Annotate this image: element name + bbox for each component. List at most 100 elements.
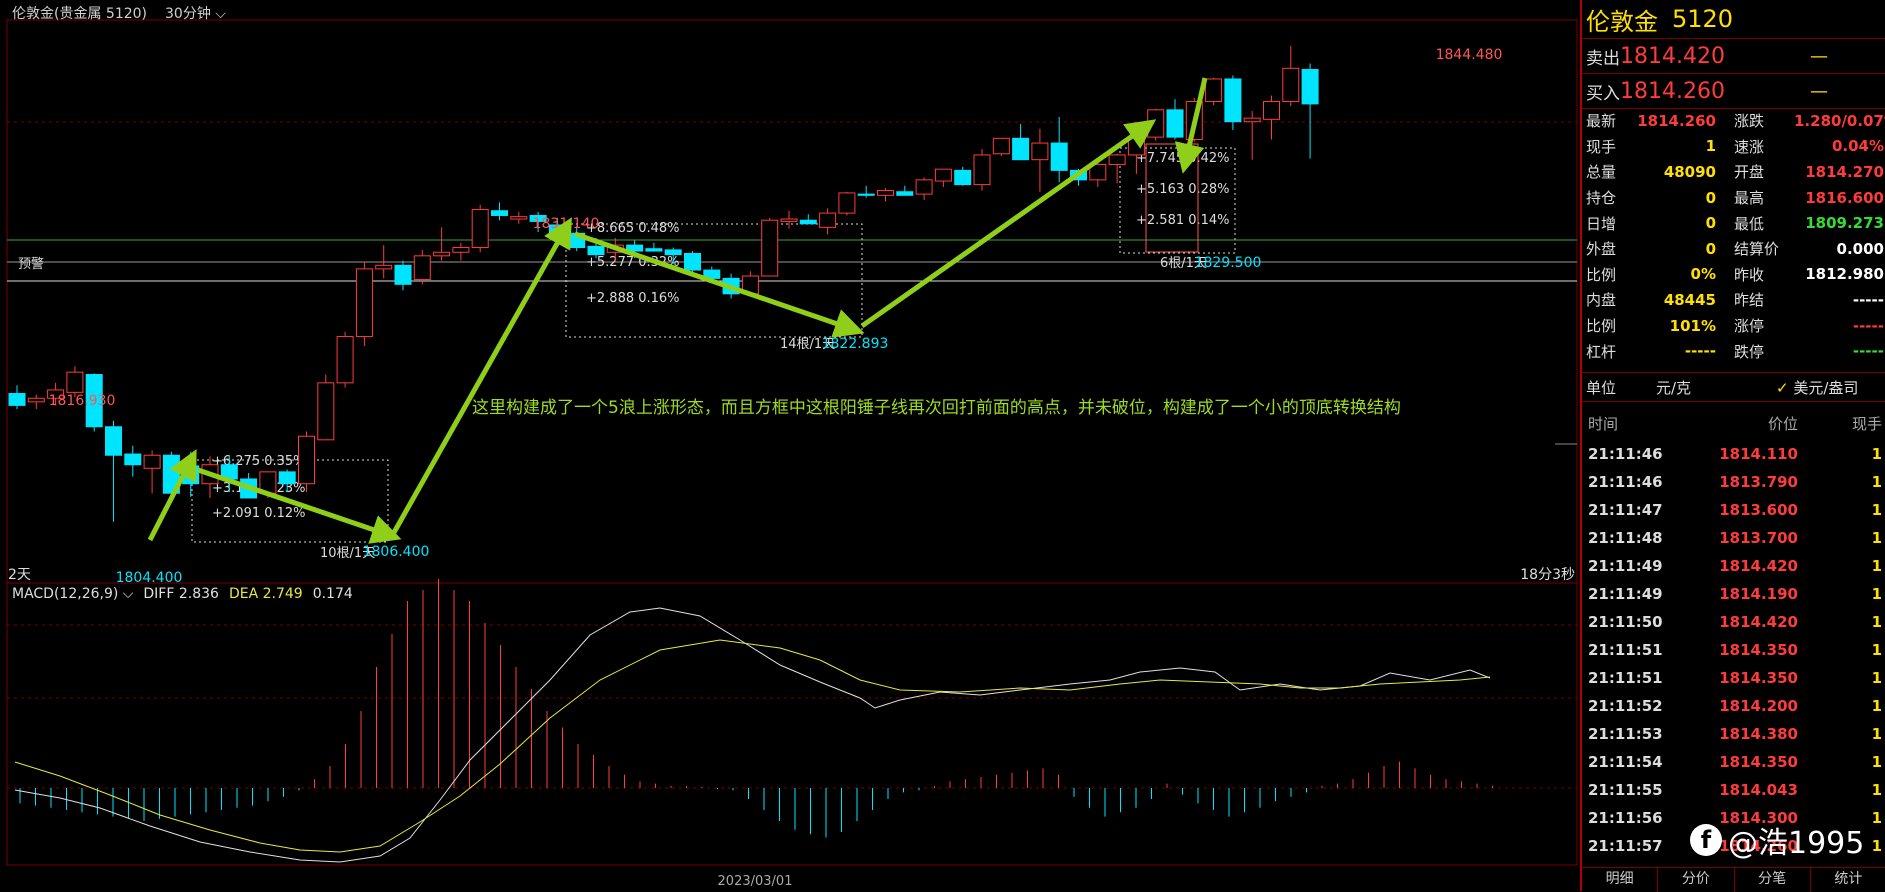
candle-body bbox=[27, 397, 45, 403]
stat-label: 现手 bbox=[1586, 137, 1617, 156]
stat-value: 1816.600 bbox=[1805, 188, 1884, 207]
tab-2[interactable]: 分笔 bbox=[1735, 868, 1811, 892]
stat-row: 比例 0% 昨收 1812.980 bbox=[1582, 262, 1885, 288]
quote-header: 伦敦金 5120 bbox=[1582, 0, 1885, 39]
buy-mark: — bbox=[1810, 80, 1828, 102]
tick-time: 21:11:48 bbox=[1588, 529, 1663, 547]
diff-value: 2.836 bbox=[178, 586, 219, 602]
tick-time: 21:11:51 bbox=[1588, 669, 1663, 687]
ticks-list[interactable]: 21:11:46 1814.110 1 21:11:46 1813.790 1 21:11:… bbox=[1582, 440, 1885, 860]
stat-label: 开盘 bbox=[1734, 163, 1765, 182]
unit-toggle[interactable]: ✓ 美元/盎司 bbox=[1776, 377, 1858, 398]
tick-row[interactable]: 21:11:53 1814.380 1 bbox=[1582, 720, 1885, 748]
buy-label: 买入 bbox=[1586, 83, 1620, 104]
tick-row[interactable]: 21:11:49 1814.190 1 bbox=[1582, 580, 1885, 608]
tick-time: 21:11:49 bbox=[1588, 585, 1663, 603]
stat-label: 比例 bbox=[1586, 265, 1617, 284]
tab-1[interactable]: 分价 bbox=[1658, 868, 1735, 892]
stat-label: 最高 bbox=[1734, 189, 1765, 208]
candle-body bbox=[375, 264, 393, 270]
candle-body bbox=[1224, 78, 1242, 123]
stat-value: 1814.260 bbox=[1637, 111, 1716, 130]
unit-label: 单位 bbox=[1586, 378, 1617, 397]
chart-frame bbox=[6, 19, 1578, 866]
macd-legend: MACD(12,26,9) ⌵ DIFF 2.836 DEA 2.749 0.1… bbox=[12, 586, 353, 602]
stat-row: 最新 1814.260 涨跌 1.280/0.07% bbox=[1582, 108, 1885, 134]
stat-value: ----- bbox=[1852, 316, 1884, 335]
tick-time: 21:11:50 bbox=[1588, 613, 1663, 631]
tick-price: 1814.200 bbox=[1719, 697, 1798, 715]
tick-time: 21:11:57 bbox=[1588, 837, 1663, 855]
unit-alt: 美元/盎司 bbox=[1793, 378, 1859, 397]
quote-panel: 伦敦金 5120 卖出 1814.420 — 买入 1814.260 — 最新 1… bbox=[1580, 0, 1885, 892]
candle-body bbox=[413, 255, 431, 281]
tick-row[interactable]: 21:11:46 1814.110 1 bbox=[1582, 440, 1885, 468]
ticks-qty-header: 现手 bbox=[1851, 415, 1882, 433]
tick-row[interactable]: 21:11:51 1814.350 1 bbox=[1582, 636, 1885, 664]
dea-value: 2.749 bbox=[262, 586, 303, 602]
stat-label: 昨收 bbox=[1734, 265, 1765, 284]
tick-row[interactable]: 21:11:49 1814.420 1 bbox=[1582, 552, 1885, 580]
annotation-text: 这里构建成了一个5浪上涨形态，而且方框中这根阳锤子线再次回打前面的高点，并未破位… bbox=[472, 398, 1401, 418]
stat-label: 最新 bbox=[1586, 112, 1617, 131]
stat-value: 101% bbox=[1669, 316, 1716, 335]
tab-3[interactable]: 统计 bbox=[1811, 868, 1885, 892]
tick-row[interactable]: 21:11:50 1814.420 1 bbox=[1582, 608, 1885, 636]
tick-time: 21:11:54 bbox=[1588, 753, 1663, 771]
candle-body bbox=[298, 435, 315, 485]
candle-body bbox=[992, 137, 1010, 155]
tick-qty: 1 bbox=[1871, 445, 1882, 463]
tick-qty: 1 bbox=[1871, 753, 1882, 771]
tick-row[interactable]: 21:11:52 1814.200 1 bbox=[1582, 692, 1885, 720]
candle-body bbox=[857, 193, 875, 196]
tick-time: 21:11:52 bbox=[1588, 697, 1663, 715]
tick-qty: 1 bbox=[1871, 473, 1882, 491]
stat-value: 0 bbox=[1705, 214, 1716, 233]
stat-value: ----- bbox=[1684, 342, 1716, 361]
tick-row[interactable]: 21:11:54 1814.350 1 bbox=[1582, 748, 1885, 776]
stat-label: 涨停 bbox=[1734, 317, 1765, 336]
tick-row[interactable]: 21:11:46 1813.790 1 bbox=[1582, 468, 1885, 496]
chevron-down-icon: ⌵ bbox=[118, 586, 134, 602]
candle-body bbox=[819, 212, 837, 228]
candle-body bbox=[1012, 137, 1030, 161]
candle-body bbox=[124, 453, 142, 466]
instrument-name: 伦敦金 bbox=[1586, 7, 1658, 36]
tick-row[interactable]: 21:11:47 1813.600 1 bbox=[1582, 496, 1885, 524]
tick-price: 1814.420 bbox=[1719, 613, 1798, 631]
low-label: 1806.400 bbox=[363, 544, 430, 560]
trend-arrow bbox=[574, 231, 865, 338]
tick-row[interactable]: 21:11:48 1813.700 1 bbox=[1582, 524, 1885, 552]
stat-label: 日增 bbox=[1586, 214, 1617, 233]
candle-body bbox=[1050, 142, 1068, 171]
sell-price: 1814.420 bbox=[1620, 43, 1725, 69]
candle-body bbox=[896, 191, 914, 196]
candle-body bbox=[587, 245, 605, 256]
candle-body bbox=[1263, 101, 1280, 120]
measure-text: +5.163 0.28% bbox=[1136, 182, 1230, 197]
tick-time: 21:11:55 bbox=[1588, 781, 1663, 799]
tab-0[interactable]: 明细 bbox=[1582, 868, 1659, 892]
ticks-header: 时间 价位 现手 bbox=[1582, 413, 1885, 434]
tick-qty: 1 bbox=[1871, 669, 1882, 687]
candle-body bbox=[780, 218, 798, 222]
candle-body bbox=[1282, 67, 1300, 103]
stat-label: 结算价 bbox=[1734, 240, 1780, 259]
dea-line bbox=[14, 639, 1491, 853]
buy-row[interactable]: 买入 1814.260 — bbox=[1582, 74, 1885, 109]
chart-area[interactable]: 预警+6.275 0.35%+3.181 0.23%+2.091 0.12%10… bbox=[0, 0, 1580, 891]
stat-row: 总量 48090 开盘 1814.270 bbox=[1582, 159, 1885, 185]
stat-row: 比例 101% 涨停 ----- bbox=[1582, 313, 1885, 339]
tick-row[interactable]: 21:11:55 1814.043 1 bbox=[1582, 776, 1885, 804]
kline-chart[interactable]: 预警+6.275 0.35%+3.181 0.23%+2.091 0.12%10… bbox=[0, 0, 1580, 891]
chart-title: 伦敦金(贵金属 5120) bbox=[12, 6, 148, 22]
tick-qty: 1 bbox=[1871, 557, 1882, 575]
tick-qty: 1 bbox=[1871, 725, 1882, 743]
candle-body bbox=[1147, 109, 1165, 138]
macd-selector[interactable]: MACD(12,26,9) ⌵ bbox=[12, 586, 133, 602]
duration-right: 18分3秒 bbox=[1520, 567, 1575, 583]
stat-value: 0 bbox=[1705, 239, 1716, 258]
interval-selector[interactable]: 30分钟 ⌵ bbox=[165, 3, 226, 23]
sell-row[interactable]: 卖出 1814.420 — bbox=[1582, 39, 1885, 74]
tick-row[interactable]: 21:11:51 1814.350 1 bbox=[1582, 664, 1885, 692]
